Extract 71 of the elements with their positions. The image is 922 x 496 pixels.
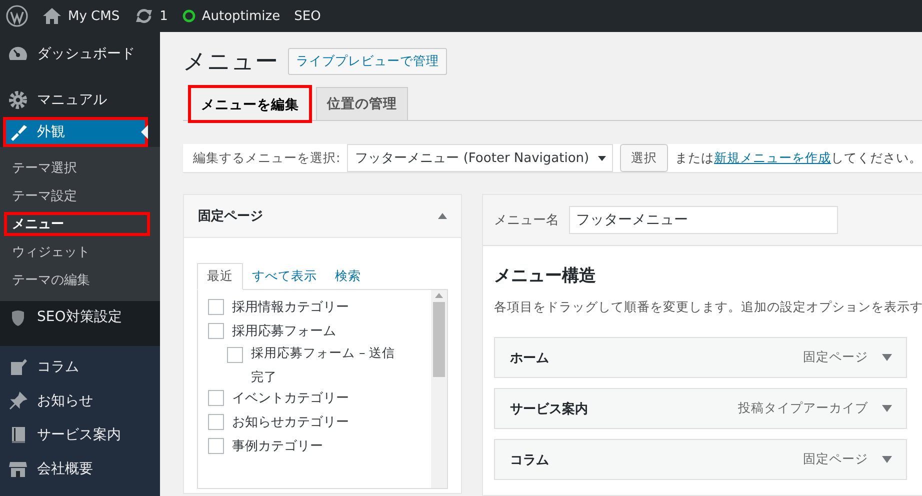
autoptimize-link[interactable]: Autoptimize	[202, 8, 280, 24]
sidebar-item[interactable]: コラム	[0, 350, 160, 384]
menu-item-bar[interactable]: サービス案内 投稿タイプアーカイブ	[494, 388, 907, 429]
edit-icon	[8, 357, 28, 377]
site-link[interactable]: My CMS	[68, 8, 120, 24]
instructions-text: 各項目をドラッグして順番を変更します。追加の設定オプションを表示す	[494, 299, 922, 316]
scroll-up-icon	[435, 293, 443, 298]
tab[interactable]: 位置の管理	[316, 87, 408, 120]
pin-icon	[8, 391, 28, 411]
checkbox[interactable]	[208, 414, 224, 430]
live-preview-button[interactable]: ライブプレビューで管理	[288, 48, 447, 74]
submenu-item[interactable]: ウィジェット	[0, 238, 160, 266]
scrollbar[interactable]	[431, 290, 447, 488]
sidebar-item[interactable]: 会社概要	[0, 452, 160, 486]
menu-item-type: 投稿タイプアーカイブ	[738, 400, 868, 417]
checkbox-label: 採用応募フォーム – 送信完了	[251, 344, 396, 386]
checkbox[interactable]	[208, 438, 224, 454]
menu-item-title: ホーム	[510, 350, 549, 366]
submenu-item[interactable]: メニュー	[4, 212, 150, 236]
store-icon	[8, 459, 28, 479]
menu-item-bar[interactable]: ホーム 固定ページ	[494, 337, 907, 378]
tab[interactable]: 最近	[197, 263, 243, 290]
panel-title: 固定ページ	[198, 208, 263, 225]
checkbox[interactable]	[208, 323, 224, 339]
tab[interactable]: メニューを編集	[190, 87, 310, 121]
submenu-item[interactable]: テーマ設定	[0, 182, 160, 210]
updates-count[interactable]: 1	[160, 8, 168, 24]
refresh-icon	[134, 7, 154, 25]
seo-link[interactable]: SEO	[294, 8, 321, 24]
menu-name-label: メニュー名	[494, 212, 559, 229]
caret-icon	[598, 156, 606, 160]
page-title: メニュー	[183, 48, 278, 76]
tab[interactable]: すべて表示	[243, 264, 326, 289]
create-menu-link[interactable]: 新規メニューを作成	[714, 150, 831, 164]
sidebar-item[interactable]: 外観	[3, 117, 148, 147]
checkbox[interactable]	[208, 299, 224, 315]
create-menu-note: または新規メニューを作成 してください。	[675, 150, 922, 166]
checkbox-label: 採用応募フォーム	[232, 323, 336, 340]
wordpress-logo-icon	[6, 5, 28, 27]
select-button[interactable]: 選択	[620, 144, 668, 172]
menu-name-field[interactable]: フッターメニュー	[569, 206, 838, 234]
checkbox-label: お知らせカテゴリー	[232, 414, 349, 431]
menu-item-bar[interactable]: コラム 固定ページ	[494, 439, 907, 480]
menu-item-title: サービス案内	[510, 400, 588, 418]
menu-dropdown[interactable]: フッターメニュー (Footer Navigation)	[347, 144, 613, 172]
sidebar-item[interactable]: SEO対策設定	[0, 301, 160, 346]
dropdown-arrow-icon	[882, 405, 892, 412]
dropdown-arrow-icon	[882, 456, 892, 463]
menu-item-type: 固定ページ	[803, 349, 868, 366]
submenu-item[interactable]: テーマ選択	[0, 154, 160, 182]
checkbox[interactable]	[208, 390, 224, 406]
sidebar-item[interactable]: マニュアル	[0, 83, 160, 117]
status-ring-icon	[182, 9, 196, 23]
checkbox-label: 採用情報カテゴリー	[232, 299, 349, 316]
collapse-arrow-icon[interactable]	[438, 213, 447, 219]
checkbox[interactable]	[227, 347, 243, 363]
sidebar-item[interactable]: ダッシュボード	[0, 37, 160, 71]
section-heading: メニュー構造	[494, 265, 597, 287]
select-label: 編集するメニューを選択:	[193, 150, 340, 166]
dropdown-arrow-icon	[882, 354, 892, 361]
tab[interactable]: 検索	[326, 264, 370, 289]
menu-item-title: コラム	[510, 452, 549, 468]
menu-item-type: 固定ページ	[803, 451, 868, 468]
home-icon	[42, 7, 62, 25]
sidebar-item[interactable]: お知らせ	[0, 384, 160, 418]
submenu-item[interactable]: テーマの編集	[0, 266, 160, 294]
checkbox-label: 事例カテゴリー	[232, 438, 323, 455]
scrollbar-thumb[interactable]	[433, 302, 445, 377]
gear-icon	[8, 90, 28, 110]
sidebar-item[interactable]: サービス案内	[0, 418, 160, 452]
checkbox-label: イベントカテゴリー	[232, 390, 349, 407]
